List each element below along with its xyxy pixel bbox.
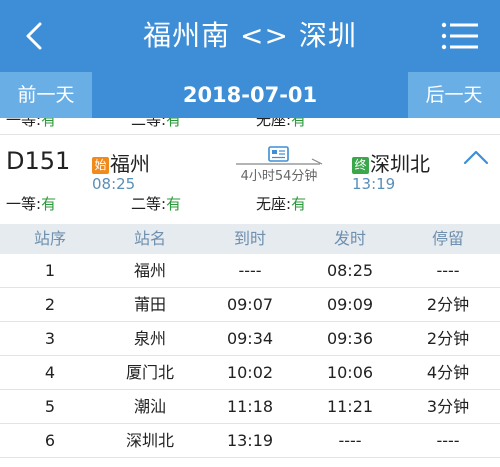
stop-station: 潮汕 xyxy=(133,397,166,416)
column-header-stop-duration: 停留 xyxy=(431,229,464,248)
date-navigation-bar: 前一天 2018-07-01 后一天 xyxy=(0,72,500,118)
stop-station: 泉州 xyxy=(133,329,166,348)
stop-departure: 11:21 xyxy=(326,397,374,416)
previous-day-button[interactable]: 前一天 xyxy=(0,72,92,118)
train-card[interactable]: D151 始福州 08:25 4小时54分钟 终深圳北 13:19 一等:有 二… xyxy=(0,134,500,225)
stop-departure: 10:06 xyxy=(326,363,374,382)
column-header-departure: 发时 xyxy=(333,229,366,248)
second-class-seat: 二等:有 xyxy=(131,118,182,129)
stop-sequence: 4 xyxy=(44,363,56,382)
departure-station: 始福州 xyxy=(92,148,150,177)
table-row: 3 泉州 09:34 09:36 2分钟 xyxy=(0,322,500,356)
stop-duration: 2分钟 xyxy=(426,329,470,348)
departure-time: 08:25 xyxy=(92,175,136,193)
column-header-arrival: 到时 xyxy=(233,229,266,248)
first-class-seat: 一等:有 xyxy=(6,118,57,129)
page-title: 福州南 <> 深圳 xyxy=(143,19,357,52)
stop-station: 莆田 xyxy=(133,295,166,314)
origin-badge: 始 xyxy=(92,157,109,174)
no-seat: 无座:有 xyxy=(256,195,307,213)
stop-duration: 2分钟 xyxy=(426,295,470,314)
stop-arrival: 11:18 xyxy=(226,397,274,416)
no-seat: 无座:有 xyxy=(256,118,307,129)
stop-arrival: 13:19 xyxy=(226,431,274,450)
table-row: 5 潮汕 11:18 11:21 3分钟 xyxy=(0,390,500,424)
stop-departure: 09:09 xyxy=(326,295,374,314)
stops-table-body: 1 福州 ---- 08:25 ---- 2 莆田 09:07 09:09 2分… xyxy=(0,254,500,458)
stop-sequence: 1 xyxy=(44,261,56,280)
stop-duration: ---- xyxy=(436,431,460,450)
stop-station: 深圳北 xyxy=(125,431,174,450)
second-class-seat: 二等:有 xyxy=(131,195,182,213)
stop-sequence: 3 xyxy=(44,329,56,348)
previous-train-seats: 一等:有 二等:有 无座:有 xyxy=(0,118,500,134)
stop-duration: 4分钟 xyxy=(426,363,470,382)
arrival-station-name: 深圳北 xyxy=(370,152,430,176)
first-class-seat: 一等:有 xyxy=(6,195,57,213)
stop-sequence: 2 xyxy=(44,295,56,314)
stop-arrival: 09:07 xyxy=(226,295,274,314)
stop-sequence: 6 xyxy=(44,431,56,450)
terminus-badge: 终 xyxy=(352,157,369,174)
chevron-up-icon[interactable] xyxy=(462,147,490,169)
stops-table-header: 站序 站名 到时 发时 停留 xyxy=(0,224,500,254)
arrival-time: 13:19 xyxy=(352,175,396,193)
table-row: 2 莆田 09:07 09:09 2分钟 xyxy=(0,288,500,322)
table-row: 4 厦门北 10:02 10:06 4分钟 xyxy=(0,356,500,390)
table-row: 1 福州 ---- 08:25 ---- xyxy=(0,254,500,288)
current-date[interactable]: 2018-07-01 xyxy=(92,72,408,118)
trip-duration: 4小时54分钟 xyxy=(240,169,318,184)
stop-station: 厦门北 xyxy=(125,363,174,382)
stop-duration: 3分钟 xyxy=(426,397,470,416)
stop-duration: ---- xyxy=(436,261,460,280)
stop-arrival: ---- xyxy=(238,261,262,280)
next-day-button[interactable]: 后一天 xyxy=(408,72,500,118)
stop-station: 福州 xyxy=(133,261,166,280)
table-row: 6 深圳北 13:19 ---- ---- xyxy=(0,424,500,458)
stop-arrival: 10:02 xyxy=(226,363,274,382)
hamburger-menu-icon[interactable] xyxy=(440,20,480,52)
column-header-sequence: 站序 xyxy=(33,229,66,248)
stop-arrival: 09:34 xyxy=(226,329,274,348)
stop-departure: 09:36 xyxy=(326,329,374,348)
stop-departure: ---- xyxy=(338,431,362,450)
stop-departure: 08:25 xyxy=(326,261,374,280)
app-header: 福州南 <> 深圳 xyxy=(0,0,500,72)
train-code: D151 xyxy=(6,147,71,175)
arrival-station: 终深圳北 xyxy=(352,148,430,177)
stop-sequence: 5 xyxy=(44,397,56,416)
column-header-station: 站名 xyxy=(133,229,166,248)
departure-station-name: 福州 xyxy=(110,152,150,176)
